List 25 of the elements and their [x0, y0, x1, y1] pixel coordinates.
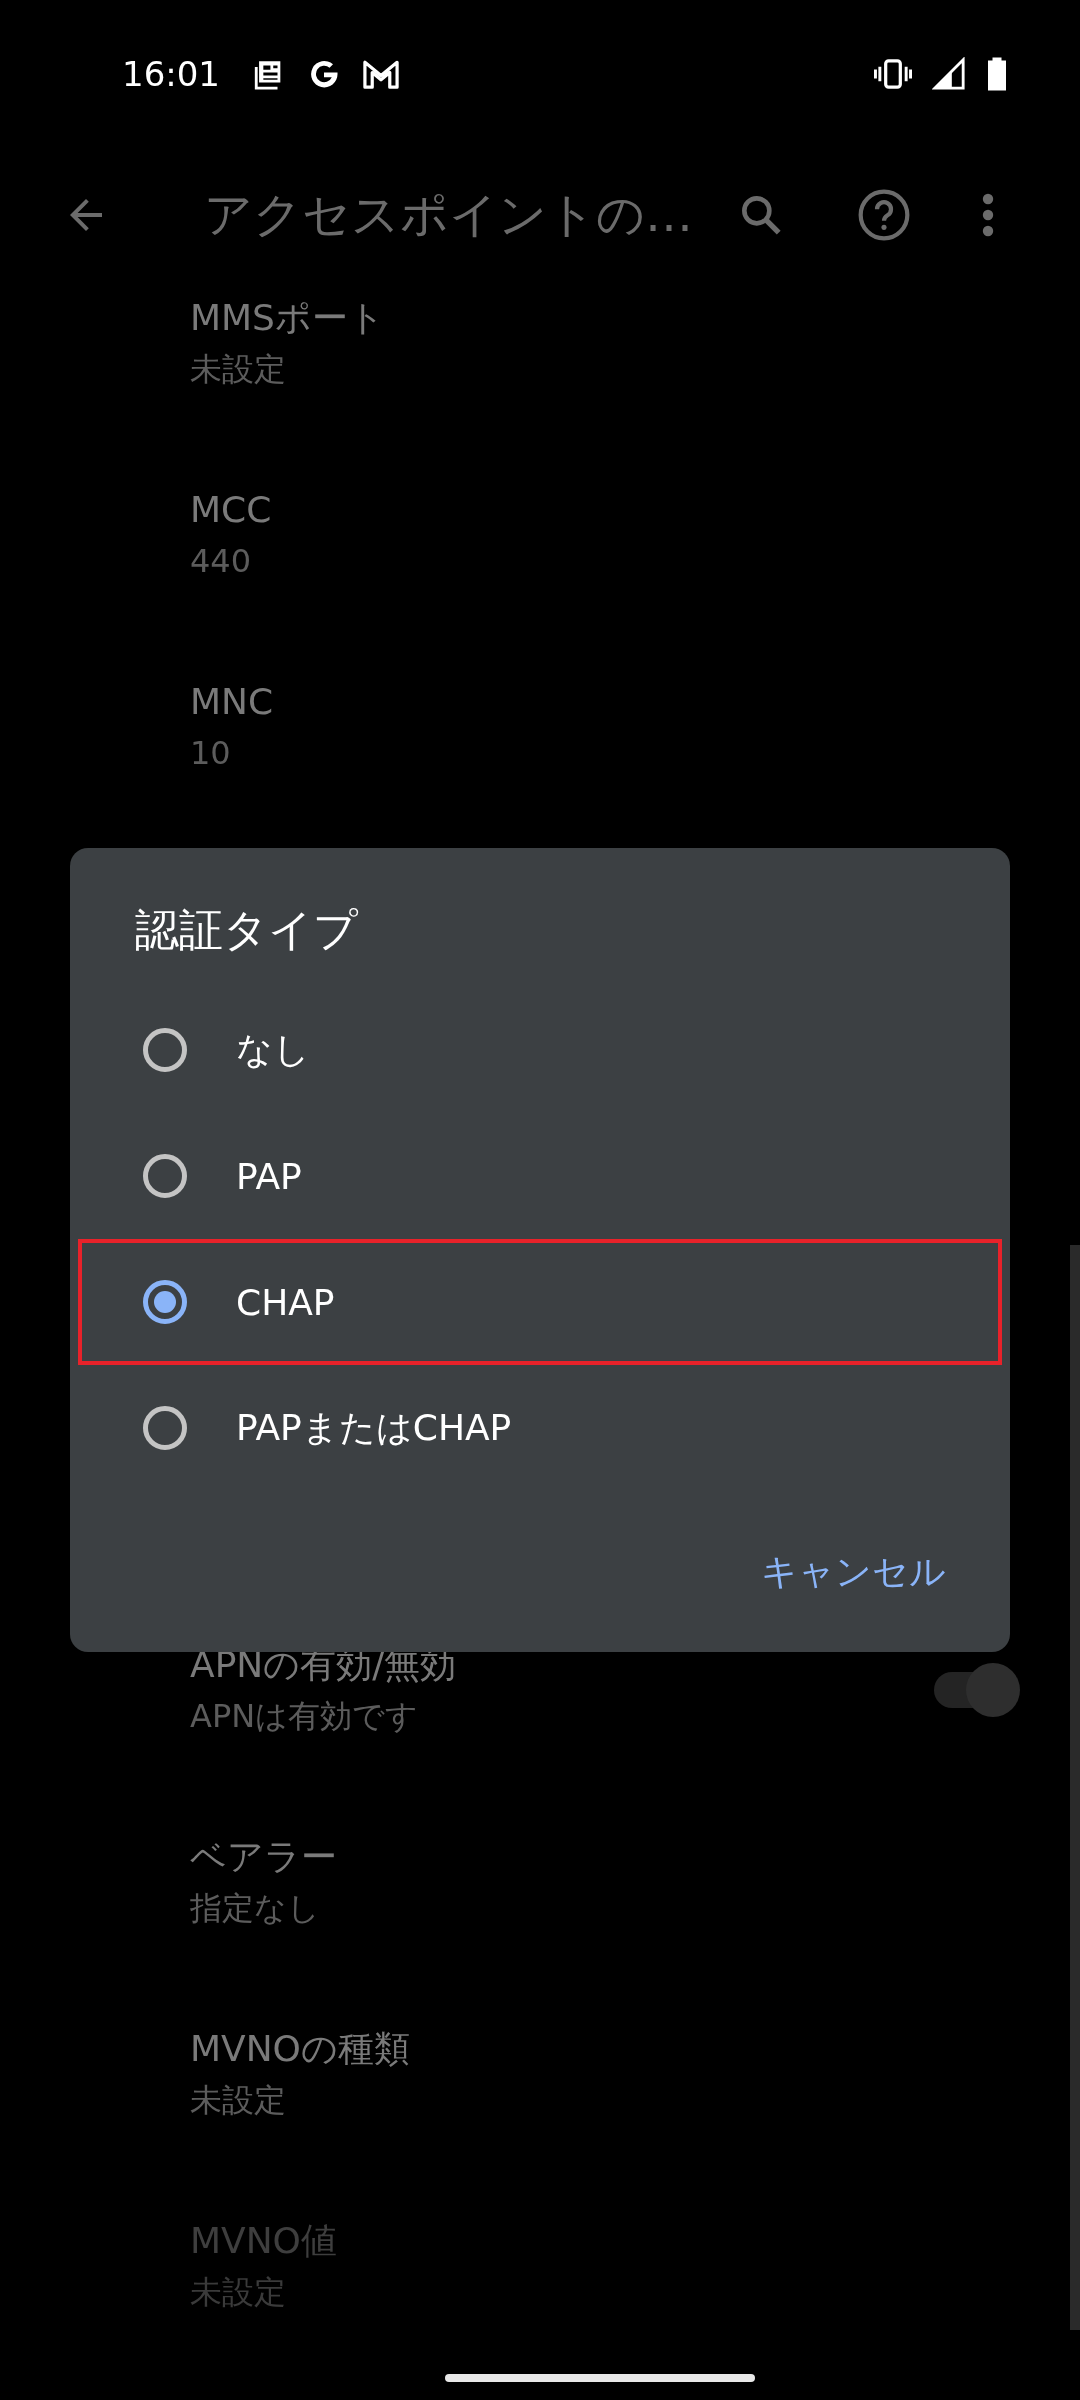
- setting-value: 未設定: [190, 2272, 286, 2313]
- setting-value: APNは有効です: [190, 1696, 419, 1737]
- setting-title[interactable]: MNC: [190, 678, 274, 726]
- radio-option[interactable]: なし: [78, 987, 1002, 1113]
- setting-value: 指定なし: [190, 1888, 320, 1929]
- cancel-button[interactable]: キャンセル: [737, 1536, 970, 1609]
- signal-icon: [932, 57, 966, 91]
- setting-title[interactable]: MMSポート: [190, 294, 385, 342]
- radio-option[interactable]: CHAP: [78, 1239, 1002, 1365]
- setting-value: 未設定: [190, 2080, 286, 2121]
- page-title: アクセスポイントの…: [204, 185, 694, 244]
- dialog-title: 認証タイプ: [135, 903, 358, 957]
- radio-option[interactable]: PAP: [78, 1113, 1002, 1239]
- battery-icon: [986, 56, 1008, 92]
- radio-option[interactable]: PAPまたはCHAP: [78, 1365, 1002, 1491]
- setting-value: 440: [190, 541, 252, 582]
- setting-value: 10: [190, 733, 231, 774]
- vibrate-icon: [874, 57, 912, 91]
- help-icon[interactable]: [856, 187, 912, 243]
- setting-title[interactable]: MVNOの種類: [190, 2025, 410, 2073]
- setting-title[interactable]: ベアラー: [190, 1833, 337, 1881]
- setting-value: 未設定: [190, 349, 286, 390]
- status-time: 16:01: [122, 54, 220, 94]
- more-icon[interactable]: [980, 191, 996, 239]
- setting-title[interactable]: MCC: [190, 486, 272, 534]
